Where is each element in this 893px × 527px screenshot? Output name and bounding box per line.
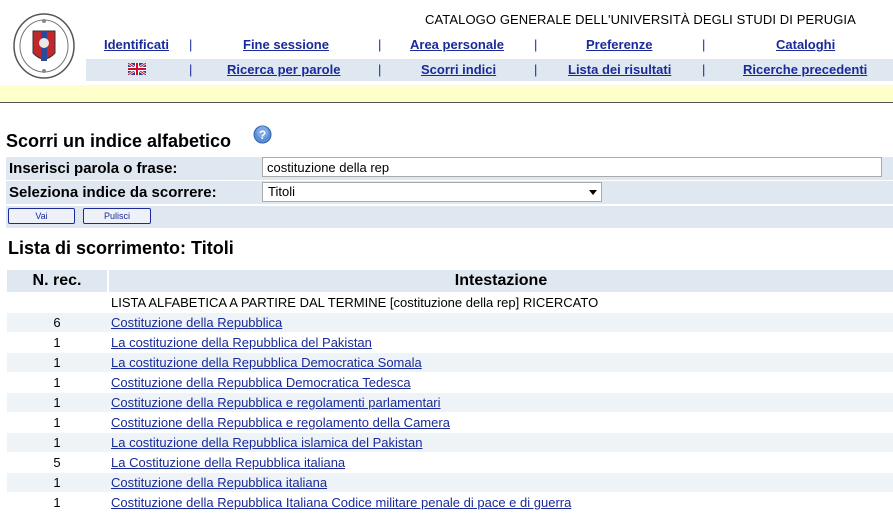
result-link[interactable]: La costituzione della Repubblica Democra… — [111, 355, 422, 370]
record-count: 5 — [53, 455, 61, 470]
results-title: Lista di scorrimento: Titoli — [8, 238, 234, 258]
nav-separator: | — [378, 37, 382, 52]
record-count: 1 — [53, 475, 61, 490]
table-row: 1 La costituzione della Repubblica del P… — [7, 333, 893, 352]
result-link[interactable]: Costituzione della Repubblica Italiana C… — [111, 495, 571, 510]
uk-flag-icon[interactable] — [128, 63, 146, 75]
record-count: 1 — [53, 375, 61, 390]
record-count: 1 — [53, 495, 61, 510]
nav-lista-dei-risultati[interactable]: Lista dei risultati — [568, 62, 671, 77]
nav-preferenze[interactable]: Preferenze — [586, 37, 652, 52]
nav-separator: | — [534, 62, 538, 77]
record-count: 6 — [53, 315, 61, 330]
nav-ricerca-per-parole[interactable]: Ricerca per parole — [227, 62, 340, 77]
table-row: 1 Costituzione della Repubblica e regola… — [7, 393, 893, 412]
result-link[interactable]: Costituzione della Repubblica Democratic… — [111, 375, 411, 390]
nav-separator: | — [189, 37, 193, 52]
intro-text: LISTA ALFABETICA A PARTIRE DAL TERMINE [… — [111, 295, 599, 310]
result-link[interactable]: La Costituzione della Repubblica italian… — [111, 455, 345, 470]
record-count: 1 — [53, 335, 61, 350]
nav-row-secondary: | Ricerca per parole | Scorri indici | L… — [86, 59, 893, 81]
result-link[interactable]: La costituzione della Repubblica del Pak… — [111, 335, 372, 350]
nav-cataloghi[interactable]: Cataloghi — [776, 37, 835, 52]
column-header-heading: Intestazione — [109, 270, 893, 292]
index-select-value: Titoli — [268, 184, 295, 199]
site-title: CATALOGO GENERALE DELL'UNIVERSITÀ DEGLI … — [425, 12, 856, 27]
record-count: 1 — [53, 355, 61, 370]
page-title: Scorri un indice alfabetico — [6, 131, 232, 151]
nav-row-primary: Identificati | Fine sessione | Area pers… — [86, 34, 893, 56]
index-select[interactable]: Titoli — [262, 182, 602, 202]
result-link[interactable]: Costituzione della Repubblica e regolame… — [111, 415, 450, 430]
nav-area-personale[interactable]: Area personale — [410, 37, 504, 52]
nav-fine-sessione[interactable]: Fine sessione — [243, 37, 329, 52]
column-header-count: N. rec. — [7, 270, 107, 292]
table-row: 1 La costituzione della Repubblica islam… — [7, 433, 893, 452]
table-row: 5 La Costituzione della Repubblica itali… — [7, 453, 893, 472]
clear-button[interactable]: Pulisci — [83, 208, 151, 224]
go-button[interactable]: Vai — [8, 208, 75, 224]
header: CATALOGO GENERALE DELL'UNIVERSITÀ DEGLI … — [0, 0, 893, 103]
table-row-intro: LISTA ALFABETICA A PARTIRE DAL TERMINE [… — [7, 293, 893, 312]
table-row: 6 Costituzione della Repubblica — [7, 313, 893, 332]
table-row: 1 Costituzione della Repubblica Italiana… — [7, 493, 893, 512]
result-link[interactable]: La costituzione della Repubblica islamic… — [111, 435, 422, 450]
table-row: 1 Costituzione della Repubblica Democrat… — [7, 373, 893, 392]
record-count: 1 — [53, 435, 61, 450]
nav-separator: | — [189, 62, 193, 77]
table-row: 1 Costituzione della Repubblica italiana — [7, 473, 893, 492]
phrase-label: Inserisci parola o frase: — [9, 160, 178, 177]
nav-separator: | — [702, 62, 706, 77]
nav-identificati[interactable]: Identificati — [104, 37, 169, 52]
nav-scorri-indici[interactable]: Scorri indici — [421, 62, 496, 77]
table-row: 1 La costituzione della Repubblica Democ… — [7, 353, 893, 372]
record-count: 1 — [53, 415, 61, 430]
record-count: 1 — [53, 395, 61, 410]
help-icon[interactable]: ? — [253, 125, 272, 144]
chevron-down-icon — [589, 190, 597, 195]
svg-text:?: ? — [259, 128, 266, 142]
buttons-row: Vai Pulisci — [6, 206, 893, 228]
phrase-row: Inserisci parola o frase: costituzione d… — [6, 157, 893, 180]
nav-separator: | — [534, 37, 538, 52]
header-strip — [0, 85, 893, 103]
index-label: Seleziona indice da scorrere: — [9, 184, 217, 201]
university-seal-icon — [13, 13, 75, 79]
result-link[interactable]: Costituzione della Repubblica e regolame… — [111, 395, 441, 410]
nav-separator: | — [702, 37, 706, 52]
nav-ricerche-precedenti[interactable]: Ricerche precedenti — [743, 62, 867, 77]
nav-separator: | — [378, 62, 382, 77]
phrase-input[interactable]: costituzione della rep — [262, 157, 882, 177]
index-row: Seleziona indice da scorrere: Titoli — [6, 181, 893, 204]
result-link[interactable]: Costituzione della Repubblica italiana — [111, 475, 327, 490]
table-row: 1 Costituzione della Repubblica e regola… — [7, 413, 893, 432]
result-link[interactable]: Costituzione della Repubblica — [111, 315, 282, 330]
